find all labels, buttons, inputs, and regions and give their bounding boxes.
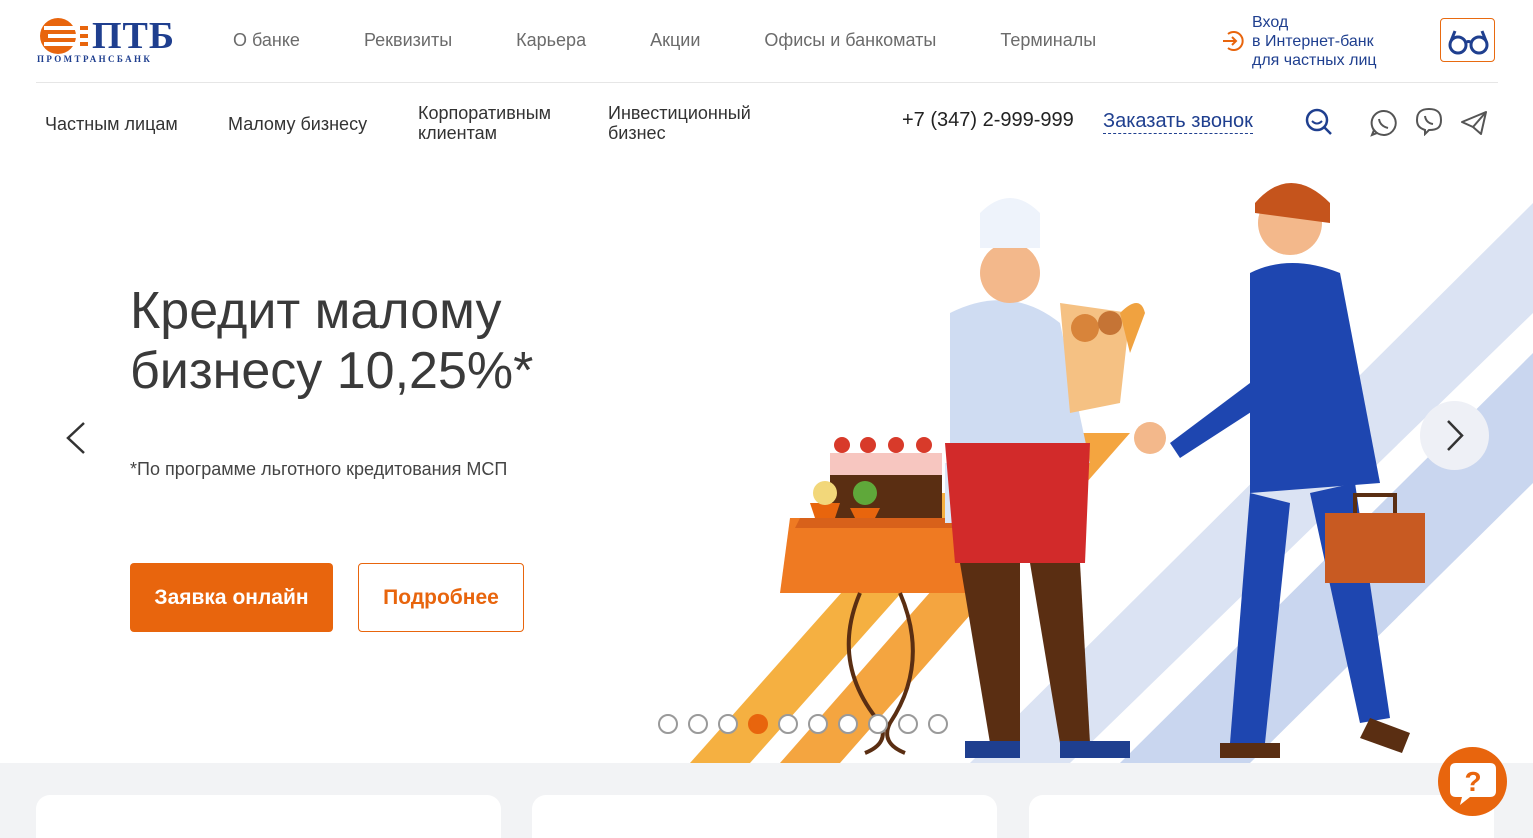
logo-mark-icon bbox=[40, 18, 88, 54]
question-bubble-icon: ? bbox=[1450, 763, 1496, 805]
accessibility-button[interactable] bbox=[1440, 18, 1495, 62]
nav-career[interactable]: Карьера bbox=[516, 30, 586, 51]
nav-terminals[interactable]: Терминалы bbox=[1000, 30, 1096, 51]
viber-icon[interactable] bbox=[1414, 106, 1444, 136]
hero-illustration bbox=[690, 183, 1533, 763]
login-label: Вход в Интернет-банк для частных лиц bbox=[1252, 14, 1377, 69]
slider-prev-arrow-icon[interactable] bbox=[58, 413, 98, 463]
chevron-right-icon bbox=[1447, 420, 1464, 451]
phone-number[interactable]: +7 (347) 2-999-999 bbox=[902, 109, 1074, 132]
telegram-icon[interactable] bbox=[1459, 108, 1489, 138]
internet-bank-login[interactable]: Вход в Интернет-банк для частных лиц bbox=[1222, 13, 1402, 69]
slider-pagination bbox=[658, 714, 958, 734]
order-call-link[interactable]: Заказать звонок bbox=[1103, 109, 1253, 134]
help-chat-button[interactable]: ? bbox=[1438, 747, 1507, 816]
search-icon[interactable] bbox=[1304, 107, 1334, 137]
product-card[interactable] bbox=[1029, 795, 1494, 838]
nav-offices[interactable]: Офисы и банкоматы bbox=[764, 30, 936, 51]
segment-investment[interactable]: Инвестиционный бизнес bbox=[608, 103, 751, 143]
product-card[interactable] bbox=[532, 795, 997, 838]
nav-about[interactable]: О банке bbox=[233, 30, 300, 51]
nav-promotions[interactable]: Акции bbox=[650, 30, 700, 51]
logo[interactable]: ПТБ ПРОМТРАНСБАНК bbox=[34, 14, 184, 68]
logo-subtitle: ПРОМТРАНСБАНК bbox=[37, 54, 153, 64]
top-nav: О банке Реквизиты Карьера Акции Офисы и … bbox=[233, 30, 1160, 51]
hero-footnote: *По программе льготного кредитования МСП bbox=[130, 459, 508, 479]
hero-slider: Кредит малому бизнесу 10,25%* *По програ… bbox=[0, 163, 1533, 763]
login-arrow-icon bbox=[1223, 31, 1244, 51]
slider-dot-active[interactable] bbox=[748, 714, 768, 734]
segment-corporate[interactable]: Корпоративным клиентам bbox=[418, 103, 551, 143]
slider-dot[interactable] bbox=[898, 714, 918, 734]
slider-dot[interactable] bbox=[868, 714, 888, 734]
more-details-button[interactable]: Подробнее bbox=[358, 563, 524, 632]
apply-online-button[interactable]: Заявка онлайн bbox=[130, 563, 333, 632]
segment-private[interactable]: Частным лицам bbox=[45, 114, 178, 134]
slider-dot[interactable] bbox=[688, 714, 708, 734]
glasses-icon bbox=[1448, 30, 1489, 55]
slider-dot[interactable] bbox=[718, 714, 738, 734]
slider-next-button[interactable] bbox=[1420, 401, 1489, 470]
product-card[interactable] bbox=[36, 795, 501, 838]
svg-text:?: ? bbox=[1464, 766, 1481, 797]
whatsapp-icon[interactable] bbox=[1369, 108, 1399, 138]
slider-dot[interactable] bbox=[778, 714, 798, 734]
segment-nav: Частным лицам Малому бизнесу Корпоративн… bbox=[0, 83, 1533, 163]
slider-dot[interactable] bbox=[808, 714, 828, 734]
slider-dot[interactable] bbox=[838, 714, 858, 734]
slider-dot[interactable] bbox=[928, 714, 948, 734]
logo-text: ПТБ bbox=[92, 15, 176, 57]
hero-title: Кредит малому бизнесу 10,25%* bbox=[130, 282, 534, 400]
slider-dot[interactable] bbox=[658, 714, 678, 734]
top-header: ПТБ ПРОМТРАНСБАНК О банке Реквизиты Карь… bbox=[0, 0, 1533, 82]
nav-requisites[interactable]: Реквизиты bbox=[364, 30, 452, 51]
segment-small-business[interactable]: Малому бизнесу bbox=[228, 114, 367, 134]
